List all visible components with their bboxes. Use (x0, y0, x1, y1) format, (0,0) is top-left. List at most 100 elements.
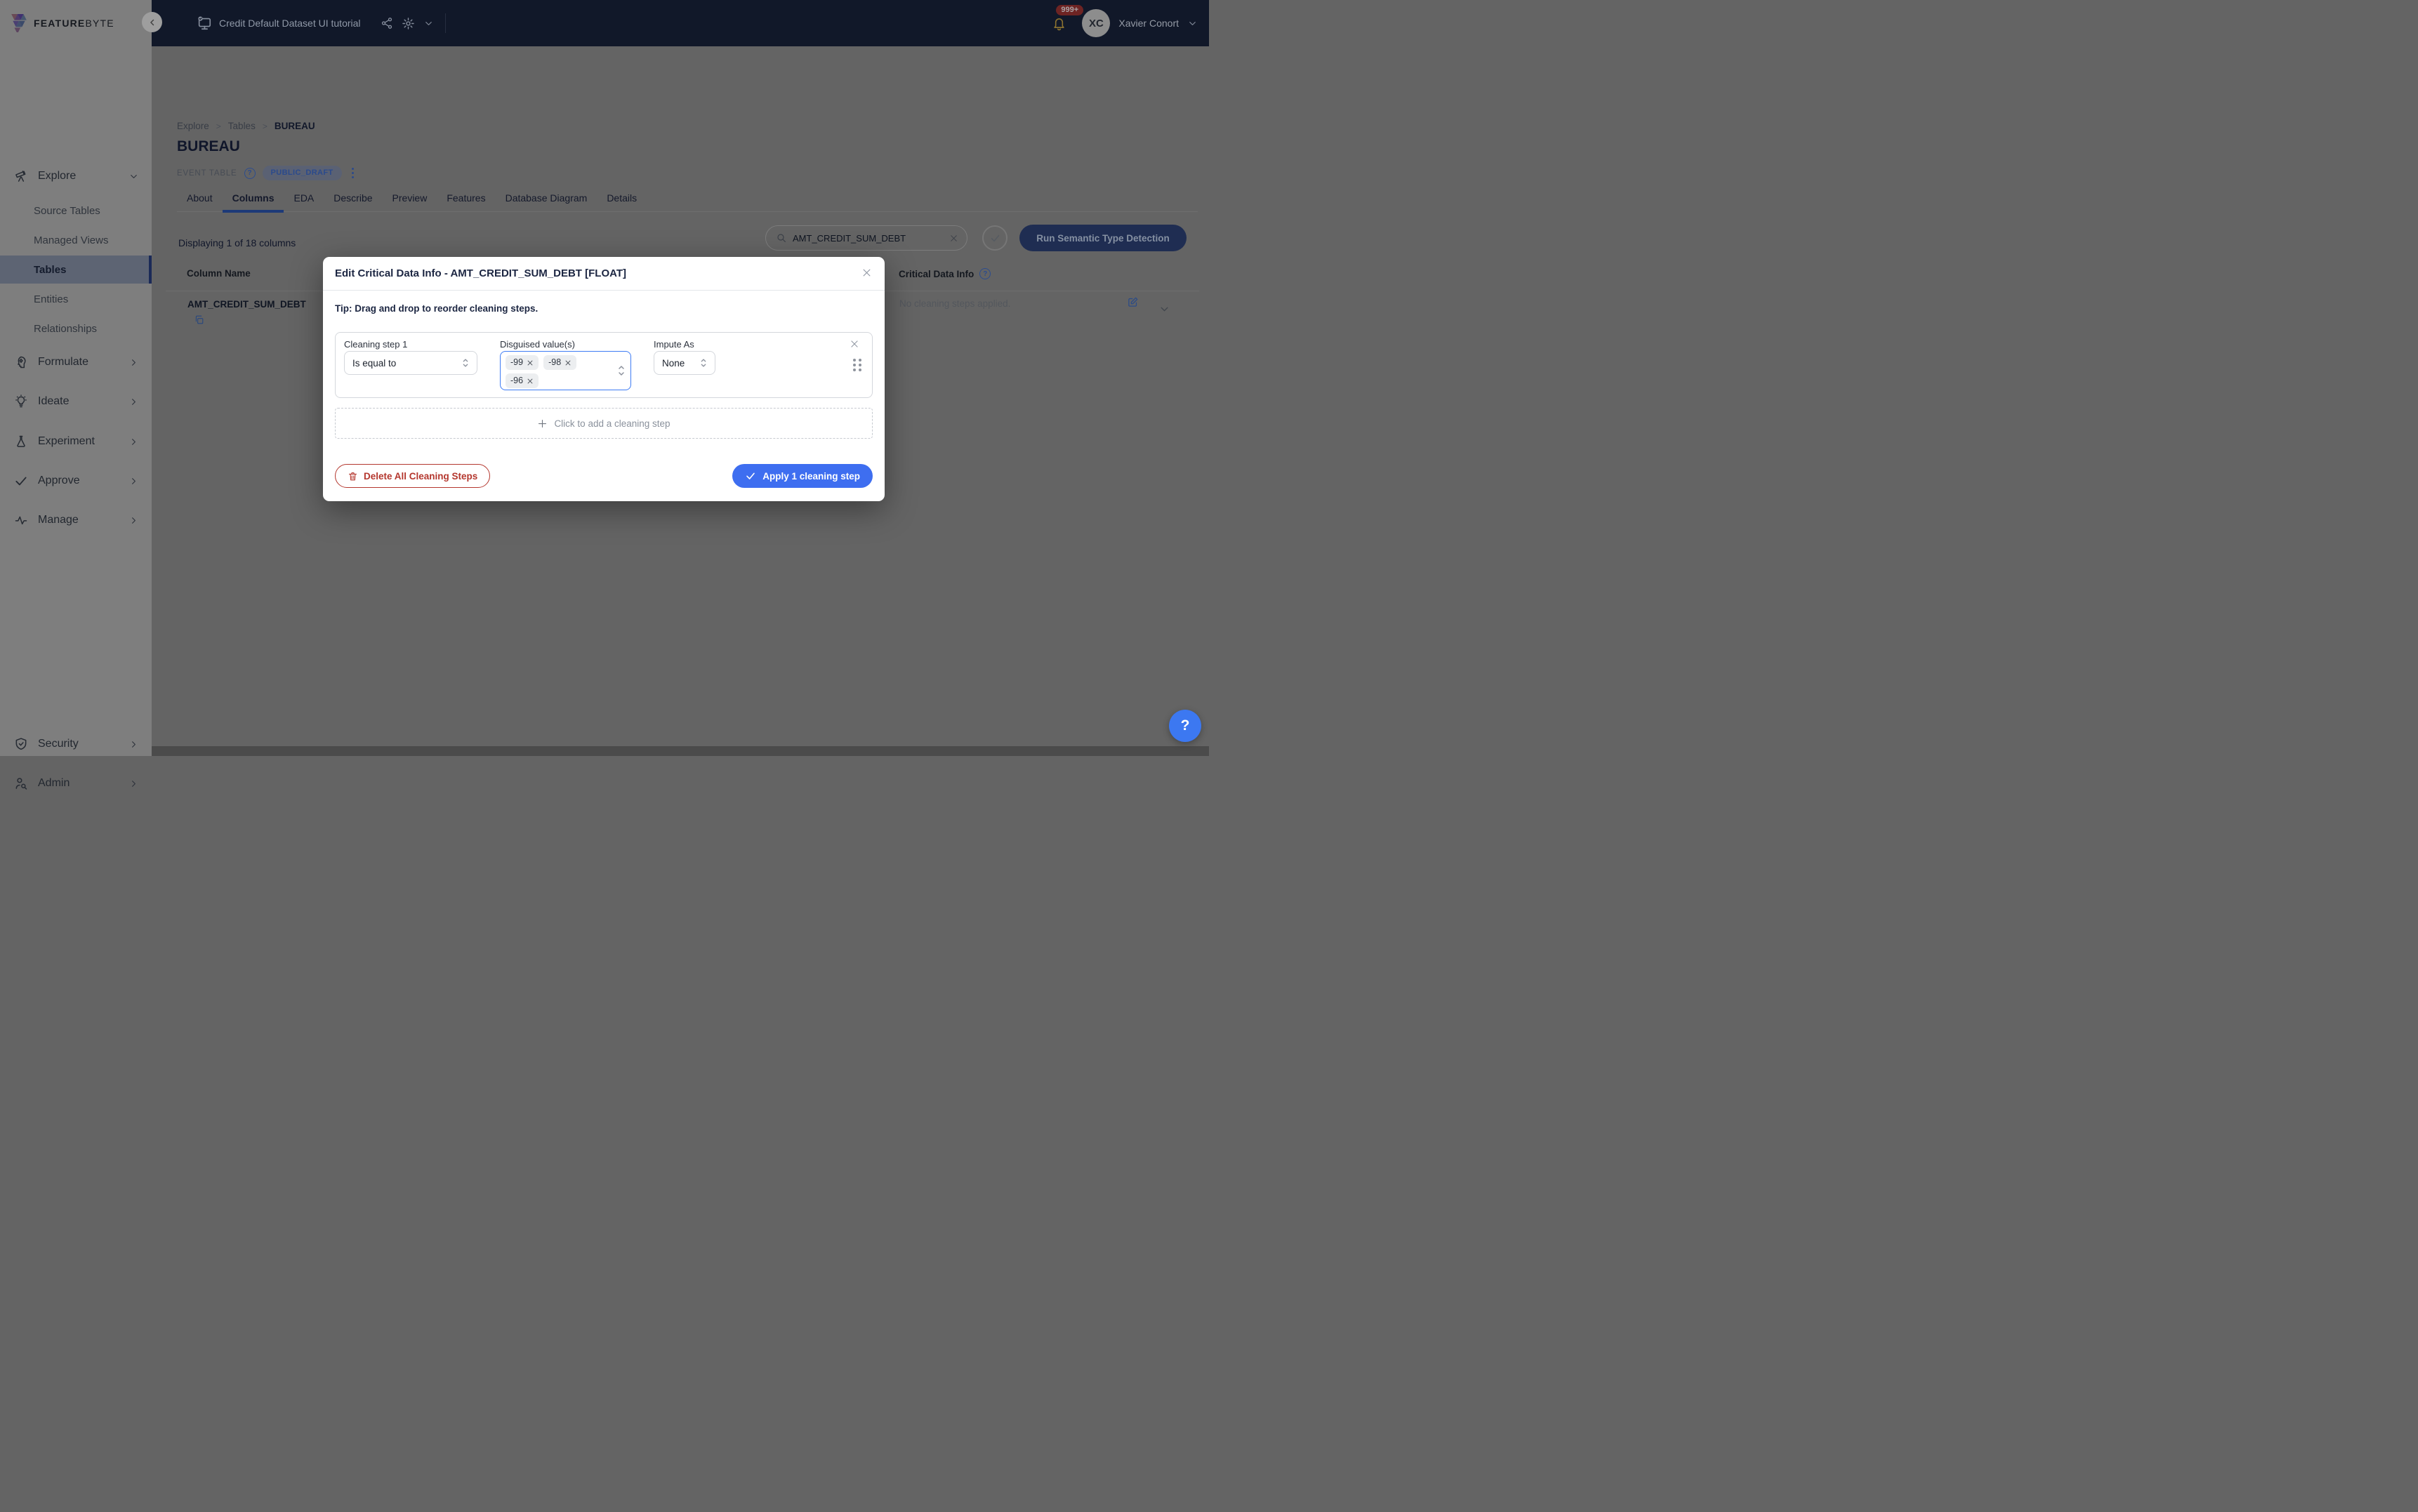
columns-summary: Displaying 1 of 18 columns (178, 237, 296, 248)
chevron-down-icon[interactable] (423, 18, 434, 29)
sidebar-item-tables[interactable]: Tables (0, 256, 152, 284)
disguised-values-input[interactable]: -99 -98 -96 (500, 351, 631, 390)
chevron-right-icon (128, 437, 139, 447)
row-column-name: AMT_CREDIT_SUM_DEBT (187, 299, 306, 310)
sidebar-item-experiment[interactable]: Experiment (0, 429, 152, 454)
remove-chip-icon[interactable] (527, 359, 534, 366)
tab-features[interactable]: Features (437, 186, 495, 211)
breadcrumb-tables[interactable]: Tables (228, 121, 256, 131)
sidebar-item-label: Security (38, 738, 79, 750)
select-arrows-icon (461, 357, 470, 369)
column-search-input[interactable]: AMT_CREDIT_SUM_DEBT (765, 225, 967, 251)
breadcrumb-current: BUREAU (275, 121, 315, 131)
sidebar-item-managed-views[interactable]: Managed Views (0, 226, 152, 254)
top-bar-right: 999+ XC Xavier Conort (1052, 9, 1198, 37)
tab-preview[interactable]: Preview (383, 186, 437, 211)
kebab-menu-icon[interactable] (349, 166, 357, 180)
search-value: AMT_CREDIT_SUM_DEBT (793, 233, 949, 244)
copy-icon[interactable] (194, 314, 204, 325)
sidebar-item-relationships[interactable]: Relationships (0, 314, 152, 343)
chevron-right-icon (128, 515, 139, 526)
sidebar-item-entities[interactable]: Entities (0, 285, 152, 313)
sidebar-item-approve[interactable]: Approve (0, 468, 152, 493)
page-bottom-strip (152, 746, 1209, 756)
impute-select[interactable]: None (654, 351, 715, 375)
gear-icon[interactable] (402, 17, 415, 30)
select-all-toggle[interactable] (982, 225, 1008, 251)
modal-header: Edit Critical Data Info - AMT_CREDIT_SUM… (323, 257, 885, 291)
sidebar-item-label: Experiment (38, 435, 95, 448)
user-menu-chevron-icon[interactable] (1187, 18, 1198, 29)
trash-icon (348, 471, 358, 482)
help-button[interactable]: ? (1169, 710, 1201, 742)
impute-as-label: Impute As (654, 339, 694, 350)
tab-database-diagram[interactable]: Database Diagram (496, 186, 597, 211)
lightbulb-icon (14, 394, 28, 409)
sidebar-item-security[interactable]: Security (0, 731, 152, 757)
clear-search-icon[interactable] (949, 234, 958, 243)
sidebar-item-admin[interactable]: Admin (0, 771, 152, 796)
table-type-label: EVENT TABLE (177, 169, 237, 178)
edit-critical-data-info-icon[interactable] (1127, 296, 1139, 308)
table-meta-row: EVENT TABLE ? PUBLIC_DRAFT (177, 166, 357, 180)
status-badge: PUBLIC_DRAFT (263, 166, 342, 180)
workspace-title[interactable]: Credit Default Dataset UI tutorial (219, 18, 361, 29)
breadcrumb-explore[interactable]: Explore (177, 121, 209, 131)
featurebyte-logo-icon (10, 14, 28, 32)
value-chip: -99 (506, 355, 539, 370)
cleaning-step-label: Cleaning step 1 (344, 339, 407, 350)
chevron-right-icon (128, 357, 139, 368)
cleaning-step-card: Cleaning step 1 Is equal to Disguised va… (335, 332, 873, 398)
help-question-icon[interactable]: ? (244, 168, 256, 179)
operation-select[interactable]: Is equal to (344, 351, 477, 375)
sidebar-item-label: Manage (38, 514, 79, 526)
sidebar-item-explore[interactable]: Explore (0, 164, 152, 189)
drag-handle-icon[interactable] (853, 359, 861, 371)
sidebar-item-label: Ideate (38, 395, 69, 408)
modal-title: Edit Critical Data Info - AMT_CREDIT_SUM… (335, 267, 626, 279)
close-icon[interactable] (861, 267, 872, 278)
bell-icon (1052, 16, 1066, 31)
monitor-check-icon (197, 15, 212, 31)
brand-name: FEATUREBYTE (34, 18, 114, 29)
user-name: Xavier Conort (1118, 18, 1179, 29)
chevron-right-icon (128, 739, 139, 750)
sidebar-item-ideate[interactable]: Ideate (0, 389, 152, 414)
sidebar-item-formulate[interactable]: Formulate (0, 350, 152, 375)
sidebar-item-manage[interactable]: Manage (0, 508, 152, 533)
spinner-arrows-icon[interactable] (617, 364, 626, 378)
flask-icon (14, 435, 28, 449)
share-icon[interactable] (381, 17, 393, 29)
add-cleaning-step-button[interactable]: Click to add a cleaning step (335, 408, 873, 439)
remove-chip-icon[interactable] (527, 378, 534, 385)
check-icon (989, 232, 1001, 244)
apply-cleaning-step-button[interactable]: Apply 1 cleaning step (732, 464, 873, 488)
page-title: BUREAU (177, 138, 240, 155)
remove-chip-icon[interactable] (564, 359, 572, 366)
chevron-left-icon (147, 18, 157, 27)
remove-step-icon[interactable] (850, 339, 859, 349)
sidebar-item-source-tables[interactable]: Source Tables (0, 197, 152, 225)
value-chip: -96 (506, 373, 539, 388)
delete-all-cleaning-steps-button[interactable]: Delete All Cleaning Steps (335, 464, 490, 488)
tab-eda[interactable]: EDA (284, 186, 324, 211)
check-icon (14, 474, 28, 488)
check-icon (745, 470, 756, 482)
tab-describe[interactable]: Describe (324, 186, 382, 211)
row-expand-chevron-icon[interactable] (1158, 303, 1170, 315)
run-semantic-type-detection-button[interactable]: Run Semantic Type Detection (1019, 225, 1187, 251)
help-question-icon[interactable]: ? (979, 268, 991, 279)
tab-about[interactable]: About (177, 186, 223, 211)
tab-details[interactable]: Details (597, 186, 647, 211)
avatar[interactable]: XC (1082, 9, 1110, 37)
sidebar: Explore Source Tables Managed Views Tabl… (0, 46, 152, 756)
notifications-button[interactable]: 999+ (1052, 16, 1066, 31)
brand-logo: FEATUREBYTE (0, 0, 152, 46)
sidebar-item-label: Formulate (38, 356, 88, 369)
search-icon (776, 232, 787, 244)
header-critical-data-info: Critical Data Info ? (899, 268, 991, 279)
sidebar-collapse-button[interactable] (142, 12, 162, 32)
top-bar-main: Credit Default Dataset UI tutorial 999+ … (152, 0, 1209, 46)
tab-columns[interactable]: Columns (223, 186, 284, 213)
modal-tip: Tip: Drag and drop to reorder cleaning s… (335, 303, 538, 314)
